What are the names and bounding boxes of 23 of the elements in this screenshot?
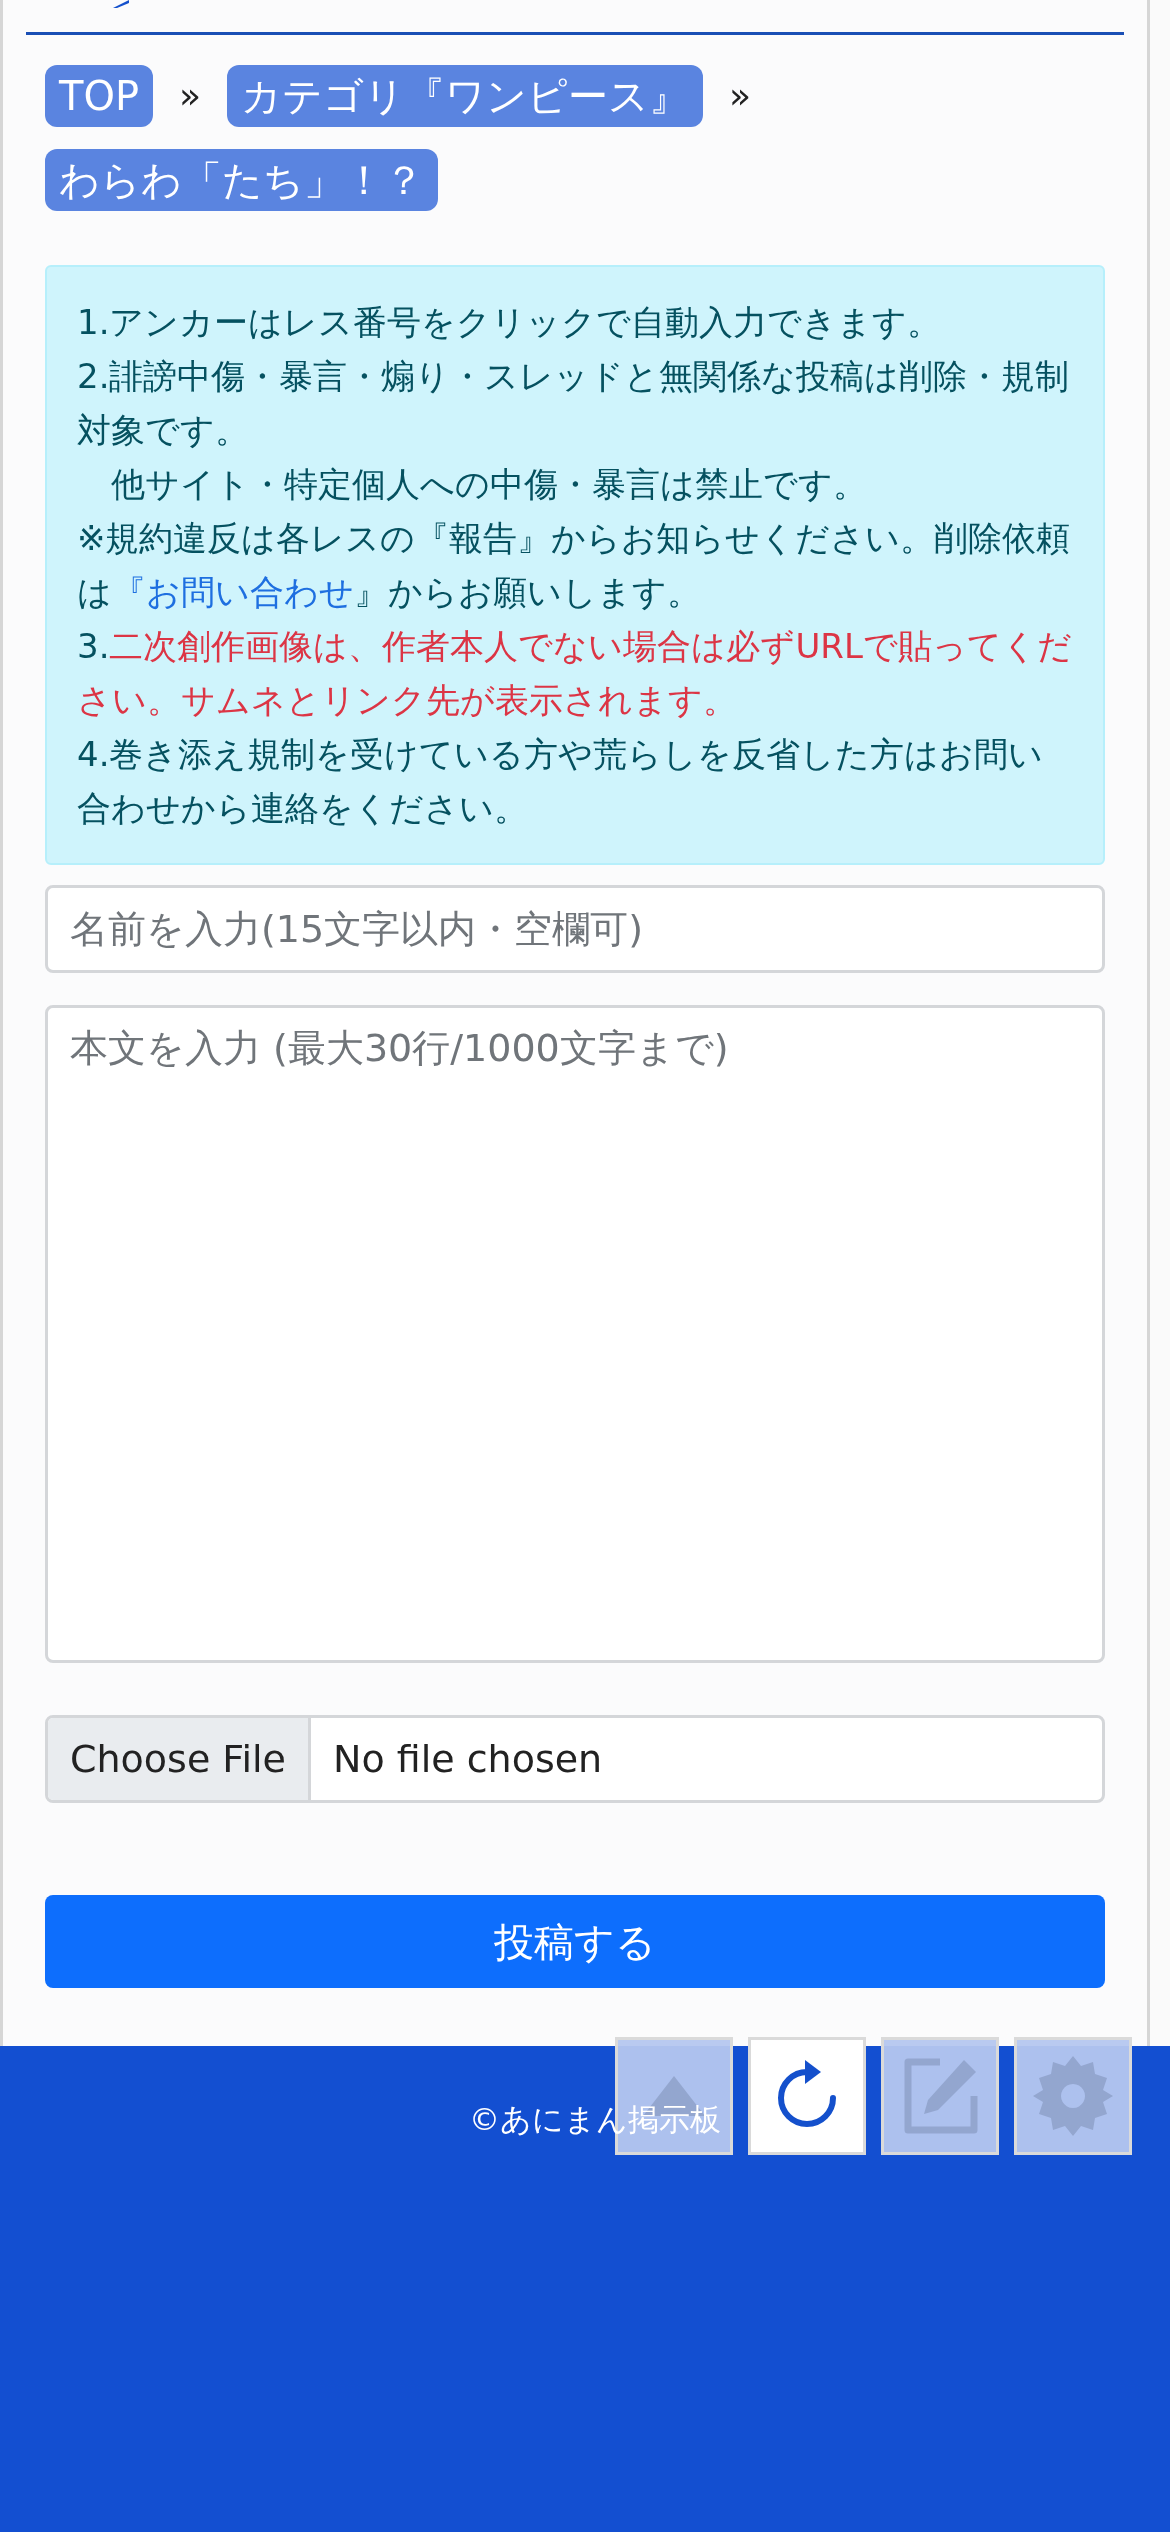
file-status: No file chosen [331, 1735, 604, 1783]
notice-text: ※規約違反は各レスの『報告』からお知らせください。削除依頼は『お問い合わせ』からお願いします。 [77, 517, 1072, 614]
breadcrumb-link[interactable]: TOP [45, 65, 154, 127]
notice-text: 4.巻き添え規制を受けている方や荒らしを反省した方はお問い合わせから連絡をください。 [77, 733, 1045, 830]
contact-link[interactable]: 『お問い合わせ [112, 572, 354, 612]
settings-button[interactable] [1014, 2037, 1132, 2155]
submit-button[interactable]: 投稿する [45, 1895, 1105, 1988]
breadcrumb-link[interactable]: わらわ「たち」！？ [45, 149, 438, 211]
reload-button[interactable] [748, 2037, 866, 2155]
choose-file-button[interactable]: Choose File [48, 1718, 311, 1800]
notice-text: 他サイト・特定個人への中傷・暴言は禁止です。 [110, 463, 868, 506]
body-field[interactable]: 本文を入力 (最大30行/1000文字まで) [45, 1005, 1105, 1663]
breadcrumb-separator: » [179, 74, 202, 118]
notice-text: 2.誹謗中傷・暴言・煽り・スレッドと無関係な投稿は削除・規制対象です。 [77, 355, 1071, 452]
edit-button[interactable] [881, 2037, 999, 2155]
settings-icon [1031, 2054, 1115, 2138]
breadcrumb-link[interactable]: カテゴリ『ワンピース』 [227, 65, 704, 127]
notice-text: 3.二次創作画像は、作者本人でない場合は必ずURLで貼ってください。サムネとリンク先が表示されます。 [77, 625, 1073, 722]
file-input[interactable]: Choose File No file chosen [45, 1715, 1105, 1803]
name-field[interactable]: 名前を入力(15文字以内・空欄可) [45, 885, 1105, 973]
breadcrumb-separator: » [729, 74, 752, 118]
logo-icon [113, 0, 129, 8]
notice-text: 1.アンカーはレス番号をクリックで自動入力できます。 [77, 301, 943, 344]
